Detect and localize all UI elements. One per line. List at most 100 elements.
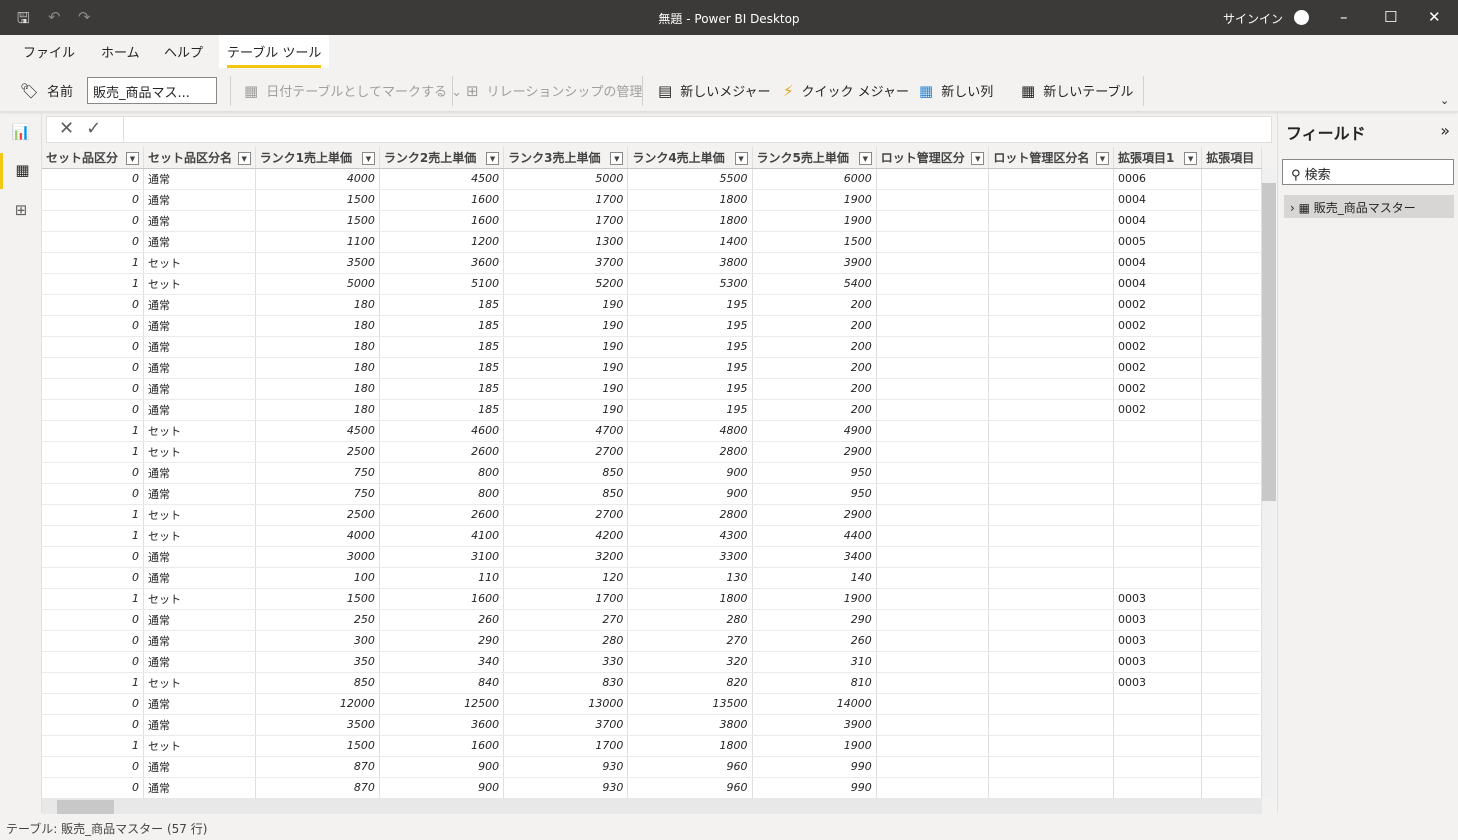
table-cell[interactable]: 1300 (503, 231, 629, 253)
table-cell[interactable]: 2700 (503, 441, 629, 463)
table-cell[interactable]: 0002 (1113, 399, 1203, 421)
table-cell[interactable] (988, 735, 1114, 757)
table-cell[interactable] (988, 756, 1114, 778)
table-cell[interactable]: 通常 (143, 609, 256, 631)
table-cell[interactable]: 930 (503, 777, 629, 798)
table-cell[interactable]: 3600 (379, 252, 505, 274)
table-cell[interactable]: 200 (752, 315, 877, 337)
table-cell[interactable]: 0006 (1113, 168, 1203, 190)
table-cell[interactable]: 270 (627, 630, 753, 652)
table-cell[interactable] (1201, 252, 1262, 274)
table-cell[interactable] (1201, 315, 1262, 337)
table-cell[interactable]: 5100 (379, 273, 505, 295)
table-cell[interactable] (876, 315, 990, 337)
table-cell[interactable]: 4900 (752, 420, 877, 442)
table-cell[interactable]: 0 (42, 315, 144, 337)
data-view-icon[interactable]: ▦ (0, 153, 42, 189)
table-cell[interactable]: 990 (752, 777, 877, 798)
table-cell[interactable] (988, 777, 1114, 798)
table-cell[interactable]: 0 (42, 630, 144, 652)
table-cell[interactable]: 1500 (255, 735, 380, 757)
table-cell[interactable]: 2900 (752, 441, 877, 463)
table-cell[interactable]: セット (143, 735, 256, 757)
table-cell[interactable]: 3700 (503, 714, 629, 736)
table-cell[interactable] (876, 231, 990, 253)
table-cell[interactable] (988, 588, 1114, 610)
table-cell[interactable]: 通常 (143, 483, 256, 505)
table-cell[interactable]: 195 (627, 399, 753, 421)
table-cell[interactable] (988, 525, 1114, 547)
table-cell[interactable]: 900 (627, 483, 753, 505)
report-view-icon[interactable]: 📊 (0, 115, 42, 151)
table-cell[interactable]: 2700 (503, 504, 629, 526)
table-cell[interactable]: 通常 (143, 231, 256, 253)
column-header[interactable]: 拡張項目 (1201, 147, 1262, 169)
table-cell[interactable]: 190 (503, 315, 629, 337)
table-cell[interactable]: 750 (255, 483, 380, 505)
table-cell[interactable] (876, 210, 990, 232)
table-cell[interactable]: 180 (255, 357, 380, 379)
table-cell[interactable]: 320 (627, 651, 753, 673)
table-cell[interactable]: 通常 (143, 357, 256, 379)
table-cell[interactable]: 4700 (503, 420, 629, 442)
table-cell[interactable]: 850 (503, 483, 629, 505)
table-cell[interactable] (988, 168, 1114, 190)
table-cell[interactable]: 260 (379, 609, 505, 631)
table-cell[interactable]: 0 (42, 336, 144, 358)
table-cell[interactable] (876, 756, 990, 778)
table-cell[interactable]: 2800 (627, 441, 753, 463)
table-cell[interactable] (988, 420, 1114, 442)
column-header[interactable]: ランク2売上単価 ▼ (379, 147, 505, 169)
table-cell[interactable]: 1 (42, 504, 144, 526)
table-cell[interactable]: 5300 (627, 273, 753, 295)
table-cell[interactable]: 通常 (143, 462, 256, 484)
table-cell[interactable]: 180 (255, 315, 380, 337)
table-cell[interactable]: 0 (42, 168, 144, 190)
name-input[interactable]: 販売_商品マス... (87, 77, 217, 104)
avatar[interactable] (1294, 10, 1309, 25)
table-cell[interactable]: 5400 (752, 273, 877, 295)
vertical-scroll-thumb[interactable] (1262, 183, 1276, 501)
table-cell[interactable]: 190 (503, 336, 629, 358)
table-cell[interactable]: 2500 (255, 441, 380, 463)
table-cell[interactable]: 1100 (255, 231, 380, 253)
table-cell[interactable]: 200 (752, 336, 877, 358)
table-cell[interactable]: 通常 (143, 315, 256, 337)
table-cell[interactable]: 190 (503, 378, 629, 400)
table-cell[interactable]: 通常 (143, 168, 256, 190)
column-header[interactable]: ランク1売上単価 ▼ (255, 147, 380, 169)
table-cell[interactable]: 通常 (143, 630, 256, 652)
table-cell[interactable]: 180 (255, 378, 380, 400)
table-cell[interactable]: セット (143, 504, 256, 526)
table-cell[interactable] (876, 735, 990, 757)
table-cell[interactable]: 1900 (752, 735, 877, 757)
table-cell[interactable]: 3000 (255, 546, 380, 568)
table-cell[interactable] (988, 714, 1114, 736)
table-cell[interactable]: 通常 (143, 777, 256, 798)
mark-date-table-button[interactable]: ▦ 日付テーブルとしてマークする ⌄ (244, 81, 462, 100)
table-cell[interactable]: 4000 (255, 168, 380, 190)
table-cell[interactable] (988, 567, 1114, 589)
table-cell[interactable]: 1700 (503, 588, 629, 610)
table-cell[interactable]: 1600 (379, 210, 505, 232)
table-cell[interactable]: 0004 (1113, 189, 1203, 211)
table-cell[interactable]: 750 (255, 462, 380, 484)
table-cell[interactable] (876, 693, 990, 715)
table-cell[interactable]: 1 (42, 441, 144, 463)
table-cell[interactable]: 6000 (752, 168, 877, 190)
filter-dropdown-icon[interactable]: ▼ (858, 151, 872, 165)
table-cell[interactable] (988, 462, 1114, 484)
table-cell[interactable]: 110 (379, 567, 505, 589)
table-cell[interactable]: 840 (379, 672, 505, 694)
table-cell[interactable]: 0 (42, 651, 144, 673)
table-cell[interactable] (1201, 672, 1262, 694)
table-cell[interactable]: 0003 (1113, 588, 1203, 610)
table-cell[interactable]: 960 (627, 756, 753, 778)
table-cell[interactable] (988, 378, 1114, 400)
table-cell[interactable]: 0 (42, 546, 144, 568)
table-cell[interactable]: 280 (627, 609, 753, 631)
table-cell[interactable]: 200 (752, 357, 877, 379)
table-cell[interactable]: 180 (255, 399, 380, 421)
table-cell[interactable]: 4500 (379, 168, 505, 190)
table-cell[interactable] (988, 210, 1114, 232)
